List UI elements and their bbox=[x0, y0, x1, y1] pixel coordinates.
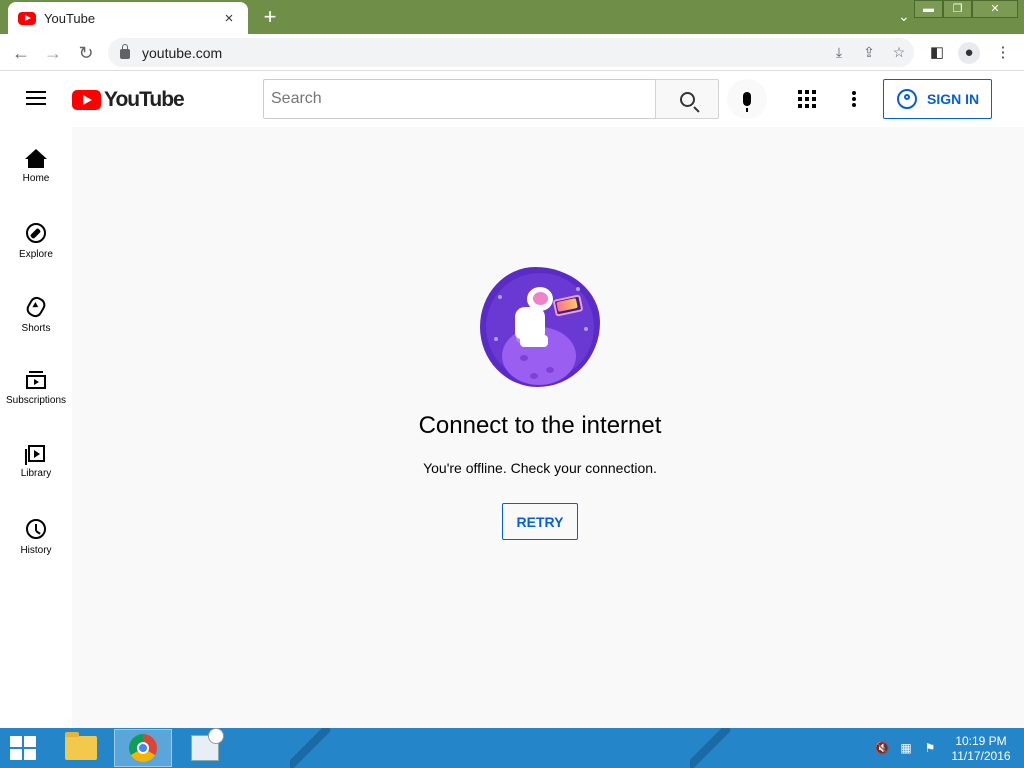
search-input[interactable] bbox=[263, 79, 656, 119]
home-icon bbox=[25, 149, 47, 168]
forward-arrow-icon[interactable]: → bbox=[40, 40, 66, 66]
sidebar-label-subscriptions: Subscriptions bbox=[5, 395, 67, 406]
address-bar[interactable]: youtube.com ⤓ ⇪ ☆ bbox=[108, 38, 914, 67]
chrome-icon bbox=[129, 734, 157, 762]
youtube-logo[interactable]: YouTube bbox=[72, 88, 185, 112]
tab-search-chevron-icon[interactable]: ⌄ bbox=[898, 8, 910, 25]
sidebar-label-shorts: Shorts bbox=[21, 323, 51, 334]
library-icon bbox=[24, 445, 45, 465]
install-app-icon[interactable]: ⤓ bbox=[824, 44, 854, 61]
offline-message: You're offline. Check your connection. bbox=[423, 460, 657, 476]
share-icon[interactable]: ⇪ bbox=[854, 44, 884, 61]
browser-titlebar: YouTube × + ⌄ ▬ ❐ ✕ bbox=[0, 0, 1024, 34]
volume-muted-icon[interactable]: 🔇 bbox=[874, 740, 890, 756]
youtube-header: YouTube SIGN IN bbox=[0, 71, 1024, 127]
taskbar-chrome[interactable] bbox=[114, 729, 172, 767]
window-controls: ▬ ❐ ✕ bbox=[914, 0, 1018, 18]
sidebar-label-library: Library bbox=[20, 468, 52, 479]
windows-start-icon[interactable] bbox=[10, 736, 38, 760]
sidebar-label-home: Home bbox=[22, 173, 50, 184]
search-icon bbox=[679, 91, 695, 107]
youtube-play-icon bbox=[72, 90, 101, 110]
sidebar-item-home[interactable]: Home bbox=[0, 127, 72, 201]
mini-guide-sidebar: Home Explore Shorts Subscriptions Librar… bbox=[0, 127, 72, 728]
clock-date: 11/17/2016 bbox=[951, 749, 1011, 763]
apps-grid-icon[interactable] bbox=[798, 90, 816, 108]
url-text[interactable]: youtube.com bbox=[142, 45, 824, 61]
logo-text: YouTube bbox=[104, 88, 185, 111]
hamburger-menu-icon[interactable] bbox=[26, 91, 46, 105]
close-window-button[interactable]: ✕ bbox=[972, 0, 1018, 18]
shorts-icon bbox=[24, 294, 48, 320]
subscriptions-icon bbox=[26, 371, 46, 389]
action-center-flag-icon[interactable]: ⚑ bbox=[922, 740, 938, 756]
folder-icon bbox=[65, 732, 97, 760]
explore-icon bbox=[26, 223, 46, 243]
sidebar-item-library[interactable]: Library bbox=[0, 423, 72, 497]
microphone-icon bbox=[743, 92, 751, 112]
taskbar-file-explorer[interactable] bbox=[52, 729, 110, 767]
search-button[interactable] bbox=[655, 79, 719, 119]
maximize-button[interactable]: ❐ bbox=[943, 0, 972, 18]
sidebar-item-shorts[interactable]: Shorts bbox=[0, 275, 72, 349]
history-icon bbox=[26, 519, 46, 539]
system-clock[interactable]: 10:19 PM 11/17/2016 bbox=[946, 734, 1016, 764]
side-panel-icon[interactable]: ◧ bbox=[926, 42, 948, 64]
control-panel-icon bbox=[191, 728, 224, 761]
minimize-button[interactable]: ▬ bbox=[914, 0, 943, 18]
youtube-favicon-icon bbox=[18, 11, 36, 25]
back-arrow-icon[interactable]: ← bbox=[8, 40, 34, 66]
sidebar-item-history[interactable]: History bbox=[0, 497, 72, 571]
lock-icon[interactable] bbox=[120, 44, 130, 59]
browser-toolbar: ← → ↻ youtube.com ⤓ ⇪ ☆ ◧ ● ⋮ bbox=[0, 34, 1024, 71]
sidebar-label-explore: Explore bbox=[19, 249, 53, 260]
offline-astronaut-illustration bbox=[480, 267, 600, 387]
sidebar-item-explore[interactable]: Explore bbox=[0, 201, 72, 275]
bookmark-star-icon[interactable]: ☆ bbox=[884, 44, 914, 61]
sidebar-label-history: History bbox=[20, 545, 52, 556]
voice-search-button[interactable] bbox=[727, 79, 767, 119]
sidebar-item-subscriptions[interactable]: Subscriptions bbox=[0, 349, 72, 423]
network-icon[interactable]: ▦ bbox=[898, 740, 914, 756]
reload-icon[interactable]: ↻ bbox=[73, 40, 99, 66]
settings-more-icon[interactable] bbox=[848, 88, 860, 110]
clock-time: 10:19 PM bbox=[955, 734, 1007, 748]
profile-avatar-icon[interactable]: ● bbox=[958, 42, 980, 64]
browser-menu-icon[interactable]: ⋮ bbox=[992, 42, 1014, 64]
tab-close-icon[interactable]: × bbox=[220, 10, 238, 27]
tab-title: YouTube bbox=[44, 10, 96, 26]
browser-tab-youtube[interactable]: YouTube × bbox=[8, 2, 248, 34]
retry-button[interactable]: RETRY bbox=[502, 503, 578, 540]
account-circle-icon bbox=[897, 89, 917, 109]
sign-in-label: SIGN IN bbox=[927, 91, 980, 107]
windows-taskbar: 🔇 ▦ ⚑ 10:19 PM 11/17/2016 bbox=[0, 728, 1024, 768]
new-tab-button[interactable]: + bbox=[258, 5, 282, 29]
taskbar-control-panel[interactable] bbox=[176, 728, 234, 767]
offline-headline: Connect to the internet bbox=[418, 412, 662, 439]
main-content: Connect to the internet You're offline. … bbox=[72, 127, 1024, 728]
sign-in-button[interactable]: SIGN IN bbox=[883, 79, 992, 119]
